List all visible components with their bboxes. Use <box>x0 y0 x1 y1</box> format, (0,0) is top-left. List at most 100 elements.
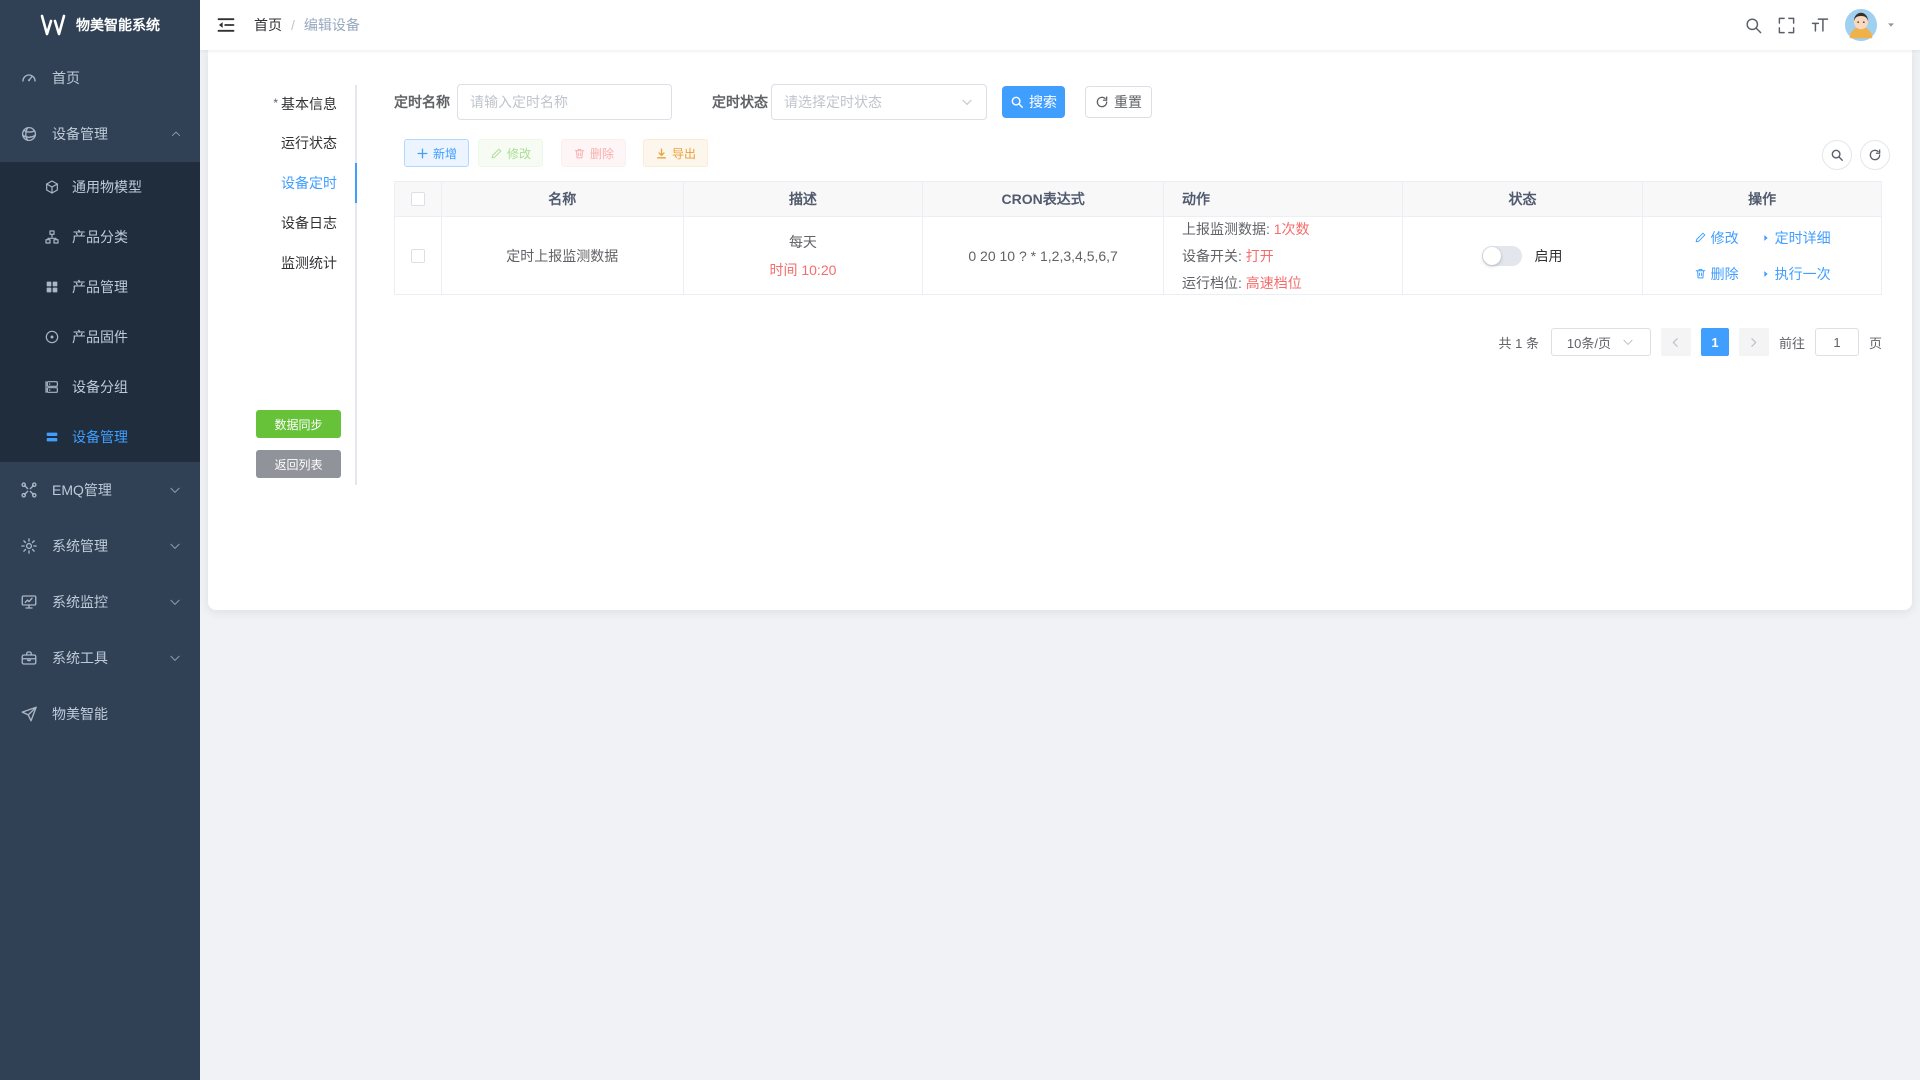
sidebar-item-system-monitor[interactable]: 系统监控 <box>0 574 200 630</box>
subnav-divider <box>355 85 357 485</box>
cube-icon <box>44 179 60 195</box>
sidebar-item-emq[interactable]: EMQ管理 <box>0 462 200 518</box>
sidebar-item-system-tools[interactable]: 系统工具 <box>0 630 200 686</box>
bars-icon <box>44 429 60 445</box>
table-row: 定时上报监测数据 每天 时间 10:20 0 20 10 ? * 1,2,3,4… <box>395 217 1881 295</box>
breadcrumb: 首页 / 编辑设备 <box>254 15 360 35</box>
header-action: 动作 <box>1164 182 1403 217</box>
op-delete-link[interactable]: 删除 <box>1694 264 1739 284</box>
tab-device-log[interactable]: 设备日志 <box>208 203 355 243</box>
chevron-down-icon <box>168 651 182 665</box>
pagination-total: 共 1 条 <box>1499 333 1539 352</box>
timer-table: 名称 描述 CRON表达式 动作 状态 操作 定时上报监测数据 每天 时间 10… <box>394 181 1882 295</box>
desc-time: 时间 10:20 <box>769 260 836 280</box>
avatar <box>1844 8 1878 42</box>
header-status: 状态 <box>1403 182 1644 217</box>
sidebar-item-product-category[interactable]: 产品分类 <box>0 212 200 262</box>
sphere-icon <box>20 125 38 143</box>
caret-right-icon <box>1761 269 1771 279</box>
timer-name-input-wrap <box>457 84 672 120</box>
toggle-knob <box>1483 247 1501 265</box>
status-label: 启用 <box>1534 246 1562 266</box>
chevron-down-icon <box>168 483 182 497</box>
sidebar-item-home[interactable]: 首页 <box>0 50 200 106</box>
device-subnav: *基本信息 运行状态 设备定时 设备日志 监测统计 <box>208 83 355 283</box>
timer-name-input[interactable] <box>470 94 659 110</box>
caret-down-icon <box>1886 20 1896 30</box>
action-line: 设备开关: 打开 <box>1182 246 1310 266</box>
sidebar-item-product-management[interactable]: 产品管理 <box>0 262 200 312</box>
tab-run-status[interactable]: 运行状态 <box>208 123 355 163</box>
header-name: 名称 <box>442 182 684 217</box>
fullscreen-icon[interactable] <box>1777 16 1796 35</box>
next-page-button[interactable] <box>1739 328 1769 356</box>
row-checkbox[interactable] <box>411 249 425 263</box>
row-select-cell <box>395 217 442 295</box>
chevron-down-icon <box>168 595 182 609</box>
add-button[interactable]: 新增 <box>404 139 469 167</box>
monitor-icon <box>20 593 38 611</box>
cell-operations: 修改 定时详细 删除 执行一次 <box>1643 217 1881 295</box>
device-submenu: 通用物模型 产品分类 产品管理 产品固件 设备分组 设备管理 <box>0 162 200 462</box>
sidebar: 物美智能系统 首页 设备管理 通用物模型 产品分类 产品管理 产品固件 设备分组 <box>0 0 200 1080</box>
delete-button[interactable]: 删除 <box>561 139 626 167</box>
export-button[interactable]: 导出 <box>643 139 708 167</box>
gear-icon <box>20 537 38 555</box>
sidebar-item-device-management[interactable]: 设备管理 <box>0 106 200 162</box>
tab-basic-info[interactable]: *基本信息 <box>208 83 355 123</box>
search-icon <box>1010 95 1024 109</box>
font-size-icon[interactable] <box>1810 15 1830 35</box>
breadcrumb-home[interactable]: 首页 <box>254 15 282 35</box>
app-logo[interactable]: 物美智能系统 <box>0 0 200 50</box>
refresh-table-button[interactable] <box>1860 140 1890 170</box>
table-header-row: 名称 描述 CRON表达式 动作 状态 操作 <box>395 182 1881 217</box>
data-sync-button[interactable]: 数据同步 <box>256 410 341 438</box>
app-main: *基本信息 运行状态 设备定时 设备日志 监测统计 数据同步 返回列表 定时名称… <box>200 50 1920 1080</box>
sidebar-item-thing-model[interactable]: 通用物模型 <box>0 162 200 212</box>
header-operations: 操作 <box>1643 182 1881 217</box>
op-timer-detail-link[interactable]: 定时详细 <box>1761 228 1831 248</box>
select-all-cell <box>395 182 442 217</box>
sidebar-item-device-group[interactable]: 设备分组 <box>0 362 200 412</box>
caret-right-icon <box>1761 233 1771 243</box>
toggle-search-button[interactable] <box>1822 140 1852 170</box>
timer-status-select[interactable]: 请选择定时状态 <box>771 84 987 120</box>
prev-page-button[interactable] <box>1661 328 1691 356</box>
chevron-left-icon <box>1669 336 1682 349</box>
tab-monitor-stats[interactable]: 监测统计 <box>208 243 355 283</box>
drone-icon <box>20 481 38 499</box>
status-toggle[interactable] <box>1482 246 1522 266</box>
select-all-checkbox[interactable] <box>411 192 425 206</box>
search-icon <box>1830 148 1844 162</box>
search-button[interactable]: 搜索 <box>1002 86 1065 118</box>
op-edit-link[interactable]: 修改 <box>1694 228 1739 248</box>
page-size-select[interactable]: 10条/页 <box>1551 328 1651 356</box>
pencil-icon <box>1694 231 1707 244</box>
goto-unit: 页 <box>1869 333 1882 352</box>
back-to-list-button[interactable]: 返回列表 <box>256 450 341 478</box>
sidebar-item-wumei-smart[interactable]: 物美智能 <box>0 686 200 742</box>
edit-button[interactable]: 修改 <box>478 139 543 167</box>
top-navbar: 首页 / 编辑设备 <box>200 0 1920 50</box>
op-run-once-link[interactable]: 执行一次 <box>1761 264 1831 284</box>
trash-icon <box>573 147 586 160</box>
header-description: 描述 <box>684 182 924 217</box>
cell-description: 每天 时间 10:20 <box>684 217 924 295</box>
sidebar-item-device-list[interactable]: 设备管理 <box>0 412 200 462</box>
subnav-active-bar <box>355 163 357 203</box>
sidebar-item-system-management[interactable]: 系统管理 <box>0 518 200 574</box>
breadcrumb-current: 编辑设备 <box>304 15 360 35</box>
goto-page-input[interactable] <box>1815 328 1859 356</box>
reset-button[interactable]: 重置 <box>1085 86 1152 118</box>
chevron-down-icon <box>168 539 182 553</box>
sidebar-item-product-firmware[interactable]: 产品固件 <box>0 312 200 362</box>
search-icon[interactable] <box>1744 16 1763 35</box>
user-menu[interactable] <box>1844 8 1896 42</box>
chevron-down-icon <box>1621 335 1635 349</box>
cell-cron: 0 20 10 ? * 1,2,3,4,5,6,7 <box>923 217 1164 295</box>
required-mark: * <box>273 96 278 110</box>
sidebar-fold-icon[interactable] <box>216 15 236 35</box>
page-number-1[interactable]: 1 <box>1701 328 1729 356</box>
cell-status: 启用 <box>1403 217 1644 295</box>
tab-device-timer[interactable]: 设备定时 <box>208 163 355 203</box>
